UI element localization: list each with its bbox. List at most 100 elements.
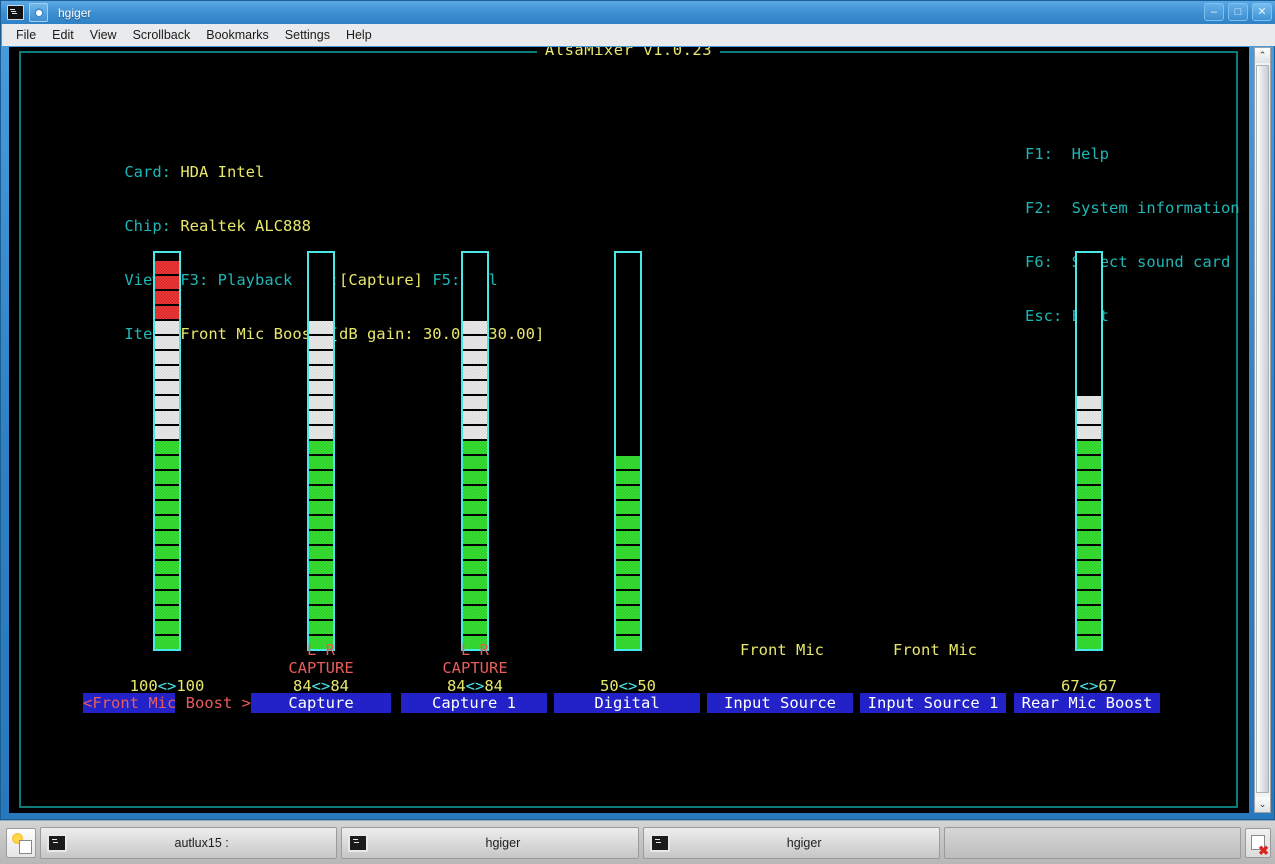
- terminal-scrollbar[interactable]: ⌃ ⌄: [1254, 47, 1271, 813]
- meter-segment: [463, 396, 487, 409]
- meter-fill: [1077, 253, 1101, 649]
- meter-segment: [155, 621, 179, 634]
- meter-segment: [1077, 546, 1101, 559]
- meter-segment: [155, 636, 179, 649]
- menu-scrollback[interactable]: Scrollback: [125, 26, 199, 44]
- taskbar-empty-slot[interactable]: [943, 826, 1241, 859]
- meter-segment: [155, 366, 179, 379]
- taskbar-item-0[interactable]: autlux15 :: [40, 826, 338, 859]
- menu-bookmarks[interactable]: Bookmarks: [198, 26, 277, 44]
- terminal-icon: [649, 833, 670, 852]
- meter-segment: [155, 291, 179, 304]
- close-button[interactable]: ✕: [1252, 3, 1272, 21]
- meter-segment: [463, 606, 487, 619]
- meter-segment: [309, 561, 333, 574]
- meter-segment: [1077, 441, 1101, 454]
- menu-file[interactable]: File: [8, 26, 44, 44]
- terminal-screen[interactable]: AlsaMixer v1.0.23 Card: HDA Intel Chip: …: [9, 47, 1249, 813]
- scroll-up-arrow-icon[interactable]: ⌃: [1255, 48, 1270, 63]
- channel-name-button[interactable]: Rear Mic Boost: [1014, 693, 1160, 713]
- meter-segment: [309, 576, 333, 589]
- channel-name-button[interactable]: Capture 1: [401, 693, 547, 713]
- scrollbar-thumb[interactable]: [1256, 65, 1269, 793]
- channel-name-button[interactable]: Input Source 1: [860, 693, 1006, 713]
- meter-segment: [309, 381, 333, 394]
- meter-segment: [616, 576, 640, 589]
- meter-segment: [309, 336, 333, 349]
- menu-edit[interactable]: Edit: [44, 26, 82, 44]
- meter-segment: [1077, 471, 1101, 484]
- meter-segment: [616, 636, 640, 649]
- meter-fill: [616, 253, 640, 649]
- meter-segment: [463, 531, 487, 544]
- volume-meter[interactable]: [614, 251, 642, 651]
- menu-help[interactable]: Help: [338, 26, 380, 44]
- taskbar-item-1[interactable]: hgiger: [341, 826, 639, 859]
- meter-segment: [616, 606, 640, 619]
- channel-name-button[interactable]: Input Source: [707, 693, 853, 713]
- meter-segment: [463, 561, 487, 574]
- meter-segment: [155, 486, 179, 499]
- scroll-down-arrow-icon[interactable]: ⌄: [1255, 797, 1270, 812]
- meter-segment: [463, 336, 487, 349]
- maximize-button[interactable]: □: [1228, 3, 1248, 21]
- meter-segment: [155, 411, 179, 424]
- meter-segment: [155, 456, 179, 469]
- meter-segment: [463, 381, 487, 394]
- volume-meter[interactable]: [461, 251, 489, 651]
- meter-segment: [309, 501, 333, 514]
- meter-segment: [463, 516, 487, 529]
- channel-name-button[interactable]: <Front Mic Boost >: [83, 693, 251, 713]
- menu-settings[interactable]: Settings: [277, 26, 338, 44]
- window-titlebar[interactable]: hgiger – □ ✕: [1, 1, 1275, 24]
- meter-segment: [1077, 606, 1101, 619]
- meter-segment: [463, 546, 487, 559]
- meter-segment: [1077, 576, 1101, 589]
- meter-segment: [309, 411, 333, 424]
- channel-name-button[interactable]: Digital: [554, 693, 700, 713]
- meter-segment: [1077, 561, 1101, 574]
- taskbar-item-label: hgiger: [786, 835, 822, 850]
- meter-segment: [155, 531, 179, 544]
- meter-segment: [155, 576, 179, 589]
- close-pager-icon[interactable]: ✖: [1245, 827, 1271, 858]
- gear-icon[interactable]: [29, 3, 48, 22]
- meter-segment: [463, 591, 487, 604]
- meter-segment: [1077, 636, 1101, 649]
- meter-segment: [309, 471, 333, 484]
- capture-indicator: CAPTURE: [442, 659, 508, 677]
- window-title: hgiger: [58, 5, 92, 20]
- terminal-window: hgiger – □ ✕ File Edit View Scrollback B…: [0, 0, 1275, 820]
- meter-segment: [309, 516, 333, 529]
- menu-view[interactable]: View: [82, 26, 125, 44]
- meter-segment: [155, 516, 179, 529]
- meter-segment: [309, 321, 333, 334]
- meter-fill: [463, 253, 487, 649]
- meter-segment: [155, 441, 179, 454]
- meter-segment: [155, 471, 179, 484]
- meter-segment: [463, 441, 487, 454]
- volume-meter[interactable]: [153, 251, 181, 651]
- meter-segment: [155, 396, 179, 409]
- meter-segment: [1077, 411, 1101, 424]
- meter-segment: [616, 591, 640, 604]
- volume-meter[interactable]: [307, 251, 335, 651]
- meter-segment: [1077, 621, 1101, 634]
- meter-segment: [463, 321, 487, 334]
- channel-name-label: Capture 1: [432, 694, 516, 712]
- meter-segment: [309, 546, 333, 559]
- meter-segment: [155, 336, 179, 349]
- meter-segment: [309, 456, 333, 469]
- volume-meter[interactable]: [1075, 251, 1103, 651]
- meter-segment: [309, 396, 333, 409]
- screen: hgiger – □ ✕ File Edit View Scrollback B…: [0, 0, 1275, 864]
- minimize-button[interactable]: –: [1204, 3, 1224, 21]
- launcher-icon[interactable]: [6, 827, 36, 858]
- taskbar-item-2[interactable]: hgiger: [642, 826, 940, 859]
- meter-segment: [616, 531, 640, 544]
- meter-segment: [463, 366, 487, 379]
- meter-segment: [155, 591, 179, 604]
- channel-name-label: Input Source: [724, 694, 836, 712]
- meter-segment: [463, 501, 487, 514]
- channel-name-button[interactable]: Capture: [251, 693, 391, 713]
